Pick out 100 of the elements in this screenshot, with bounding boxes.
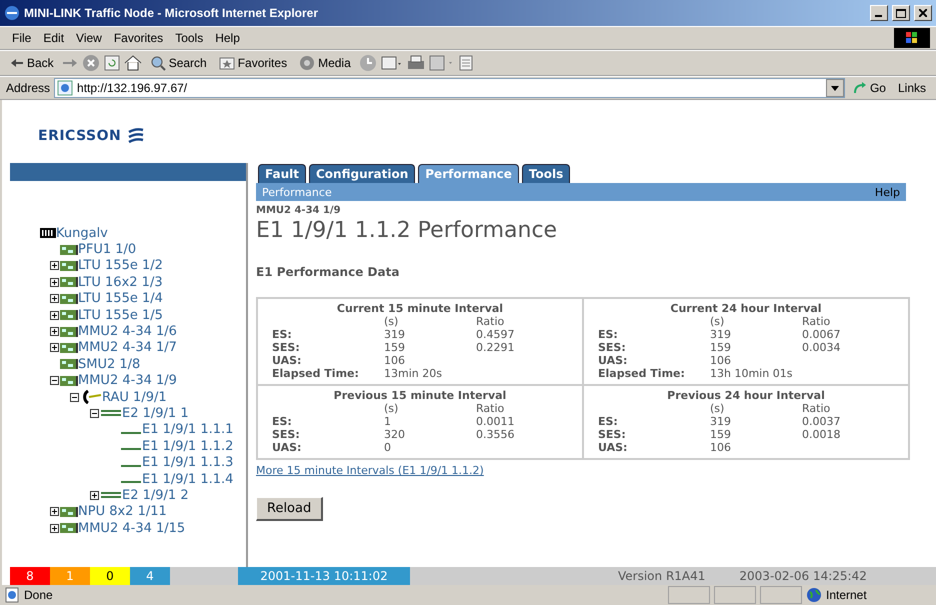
table-cell-text: 319 <box>384 328 406 341</box>
tree-item[interactable]: E1 1/9/1 1.1.4 <box>142 472 234 487</box>
tree-item[interactable]: MMU2 4-34 1/6 <box>78 324 177 340</box>
minimize-button[interactable] <box>870 5 888 21</box>
tree-item[interactable]: MMU2 4-34 1/15 <box>78 520 186 536</box>
help-link[interactable]: Help <box>874 186 900 198</box>
line-icon <box>121 464 141 467</box>
maximize-button[interactable] <box>892 5 910 21</box>
interval-title: Previous 15 minute Interval <box>332 389 508 402</box>
tree-item[interactable]: LTU 155e 1/5 <box>78 308 163 323</box>
collapse-icon[interactable] <box>50 376 59 386</box>
expand-icon[interactable] <box>50 294 59 304</box>
table-cell-text: 106 <box>384 354 406 367</box>
expand-icon[interactable] <box>50 327 59 336</box>
dropdown-icon[interactable] <box>826 79 844 97</box>
menu-item[interactable]: File <box>6 31 38 45</box>
circuit-board-icon <box>60 277 78 288</box>
version-label: Version R1A41 <box>618 568 706 585</box>
menu-item[interactable]: Favorites <box>108 31 170 45</box>
tree-item[interactable]: MMU2 4-34 1/7 <box>78 340 177 356</box>
address-label: Address <box>6 81 50 95</box>
search-button[interactable]: Search <box>146 55 211 71</box>
window-title: MINI-LINK Traffic Node - Microsoft Internet Explorer <box>24 6 320 20</box>
alarm-count: 4 <box>130 567 170 585</box>
star-folder-icon <box>218 56 235 70</box>
refresh-icon[interactable] <box>104 55 120 71</box>
expand-icon[interactable] <box>90 490 99 500</box>
table-cell-text: 320 <box>384 428 406 441</box>
menu-item[interactable]: Help <box>209 31 246 45</box>
menu-item[interactable]: View <box>70 31 108 45</box>
collapse-icon[interactable] <box>90 408 99 418</box>
reload-button[interactable]: Reload <box>256 497 324 521</box>
tree-item[interactable]: SMU2 1/8 <box>78 356 140 372</box>
table-cell-text: 0.0034 <box>802 341 842 354</box>
tab[interactable]: Configuration <box>308 164 416 183</box>
logo-text: ERICSSON <box>38 128 122 144</box>
table-cell-text: 106 <box>710 441 732 454</box>
flag-logo-icon <box>894 28 930 48</box>
media-button[interactable]: Media <box>295 55 355 71</box>
row-label: ES: <box>272 415 293 428</box>
tree-item[interactable]: E1 1/9/1 1.1.2 <box>142 438 234 454</box>
double-line-icon <box>100 490 122 500</box>
column-header: Ratio <box>802 315 832 328</box>
table-cell-text: 0.0011 <box>476 415 516 428</box>
expand-icon[interactable] <box>50 261 59 270</box>
menu-item[interactable]: Tools <box>169 31 210 45</box>
antenna-icon <box>80 390 102 404</box>
circuit-board-icon <box>60 523 78 534</box>
tree-item[interactable]: E2 1/9/1 1 <box>122 406 189 421</box>
tree-item[interactable]: LTU 16x2 1/3 <box>78 274 163 290</box>
row-label: ES: <box>272 328 293 341</box>
document-icon[interactable] <box>458 55 473 71</box>
row-label: Elapsed Time: <box>598 367 686 380</box>
expand-icon[interactable] <box>50 524 59 533</box>
circuit-board-icon <box>60 244 78 255</box>
table-cell-text: 0 <box>384 441 392 454</box>
circuit-board-icon <box>60 342 78 353</box>
tree-item[interactable]: MMU2 4-34 1/9 <box>78 373 177 388</box>
table-cell-text: 159 <box>710 428 732 441</box>
section-title: Performance <box>262 186 332 198</box>
tab[interactable]: Tools <box>522 164 570 183</box>
status-text: Done <box>24 588 54 602</box>
interval-title: Previous 24 hour Interval <box>666 389 826 402</box>
disc-icon <box>299 55 316 71</box>
close-button[interactable] <box>914 5 932 21</box>
column-header: Ratio <box>476 402 506 415</box>
maximize-icon <box>896 8 906 18</box>
status-pane <box>714 586 756 604</box>
tab[interactable]: Fault <box>258 164 306 183</box>
more-intervals-link[interactable]: More 15 minute Intervals (E1 1/9/1 1.1.2) <box>256 464 936 477</box>
tree-item[interactable]: E2 1/9/1 2 <box>122 488 189 503</box>
expand-icon[interactable] <box>50 310 59 320</box>
address-field[interactable]: http://132.196.97.67/ <box>54 78 845 98</box>
go-button[interactable]: Go <box>848 81 890 95</box>
stop-icon[interactable] <box>82 54 100 72</box>
tree-item[interactable]: E1 1/9/1 1.1.3 <box>142 455 234 470</box>
column-header: (s) <box>710 315 726 328</box>
favorites-button[interactable]: Favorites <box>214 56 292 70</box>
tree-item[interactable]: LTU 155e 1/4 <box>78 291 163 306</box>
home-icon[interactable] <box>124 55 142 71</box>
table-cell-text: 13min 20s <box>384 367 443 380</box>
expand-icon[interactable] <box>50 343 59 352</box>
circuit-board-icon <box>60 310 78 320</box>
search-icon <box>150 55 166 71</box>
expand-icon[interactable] <box>50 507 59 516</box>
links-button[interactable]: Links <box>894 81 930 95</box>
tree-item[interactable]: E1 1/9/1 1.1.1 <box>142 422 234 438</box>
section-heading: E1 Performance Data <box>256 265 400 279</box>
tree-item[interactable]: RAU 1/9/1 <box>102 390 167 405</box>
tree-item[interactable]: Kungalv <box>56 226 108 241</box>
tree-item[interactable]: LTU 155e 1/2 <box>78 258 163 274</box>
back-button[interactable]: Back <box>6 56 58 70</box>
menu-item[interactable]: Edit <box>37 31 70 45</box>
tree-item[interactable]: NPU 8x2 1/11 <box>78 504 167 520</box>
expand-icon[interactable] <box>50 278 59 287</box>
table-cell-text: 159 <box>384 341 406 354</box>
breadcrumb: MMU2 4-34 1/9 <box>256 205 342 216</box>
print-icon[interactable] <box>406 55 425 71</box>
collapse-icon[interactable] <box>70 392 79 402</box>
tree-item[interactable]: PFU1 1/0 <box>78 242 136 258</box>
